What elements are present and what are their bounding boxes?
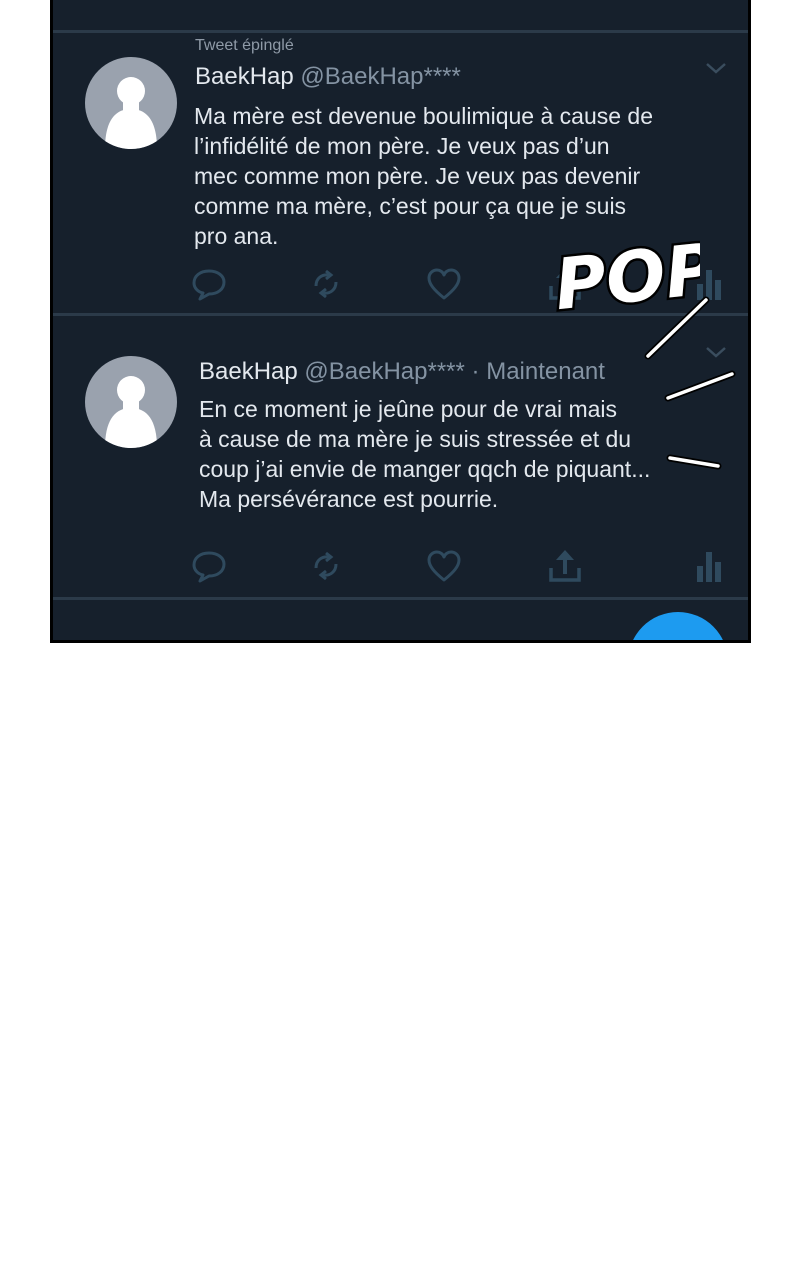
pinned-label: Tweet épinglé	[195, 37, 294, 54]
tweet-text-line: à cause de ma mère je suis stressée et d…	[199, 426, 632, 452]
default-avatar-icon[interactable]	[85, 57, 177, 149]
speed-line	[644, 296, 710, 360]
speed-line	[666, 454, 722, 470]
reply-icon[interactable]	[191, 548, 227, 584]
retweet-icon[interactable]	[308, 548, 344, 584]
analytics-icon[interactable]	[691, 548, 727, 584]
user-handle[interactable]: @BaekHap****	[304, 358, 464, 385]
display-name[interactable]: BaekHap	[195, 63, 294, 90]
display-name[interactable]: BaekHap	[199, 358, 298, 385]
tweet-text-line: coup j’ai envie de manger qqch de piquan…	[199, 456, 651, 482]
heart-icon[interactable]	[426, 266, 462, 302]
heart-icon[interactable]	[426, 548, 462, 584]
tweet-timestamp[interactable]: Maintenant	[486, 358, 605, 385]
tweet-header: BaekHap @BaekHap****	[195, 63, 461, 91]
tweet-text-line: mec comme mon père. Je veux pas devenir	[194, 163, 641, 189]
tweet-text-line: En ce moment je jeûne pour de vrai mais	[199, 396, 618, 422]
compose-button[interactable]	[628, 612, 728, 640]
divider	[53, 597, 748, 600]
share-icon[interactable]	[547, 548, 583, 584]
tweet-text: En ce moment je jeûne pour de vrai mais …	[199, 394, 650, 514]
tweet-header: BaekHap @BaekHap**** · Maintenant	[199, 358, 605, 386]
default-avatar-icon[interactable]	[85, 356, 177, 448]
tweet-text-line: comme ma mère, c’est pour ça que je suis	[194, 193, 627, 219]
tweet-text-line: Ma persévérance est pourrie.	[199, 486, 499, 512]
user-handle[interactable]: @BaekHap****	[300, 63, 460, 90]
speed-line	[664, 370, 736, 402]
tweet-text-line: l’infidélité de mon père. Je veux pas d’…	[194, 133, 610, 159]
tweet-text-line: Ma mère est devenue boulimique à cause d…	[194, 103, 654, 129]
reply-icon[interactable]	[191, 266, 227, 302]
retweet-icon[interactable]	[308, 266, 344, 302]
separator-dot: ·	[471, 358, 480, 385]
chevron-down-icon[interactable]	[704, 60, 728, 76]
